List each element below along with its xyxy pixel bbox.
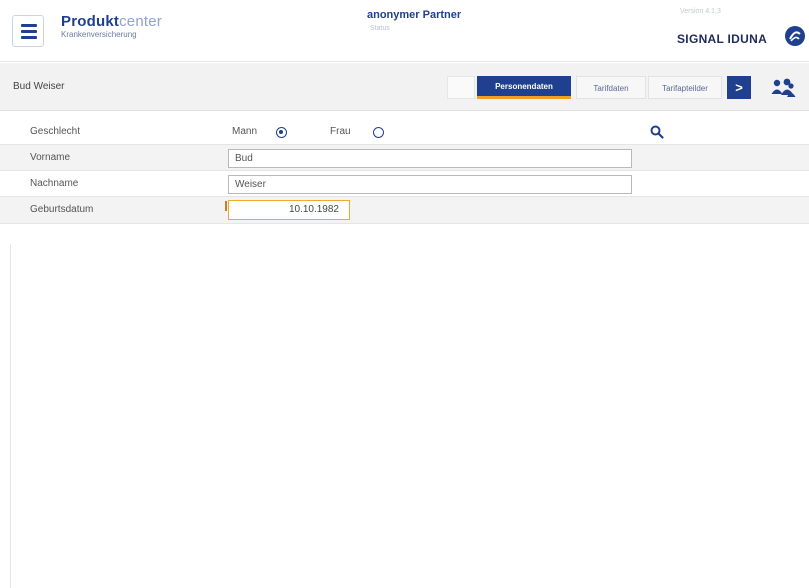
birth-date-label: Geburtsdatum (30, 204, 94, 215)
birth-date-field[interactable]: 10.10.1982 (228, 200, 350, 220)
version-label: Version 4.1.3 (680, 8, 721, 15)
radio-female[interactable] (373, 127, 384, 138)
people-group-icon[interactable] (770, 77, 796, 99)
partner-title: anonymer Partner (367, 9, 462, 21)
next-button[interactable]: > (727, 76, 751, 99)
gender-label: Geschlecht (30, 126, 81, 137)
hamburger-menu-icon[interactable] (12, 15, 44, 47)
last-name-label: Nachname (30, 178, 79, 189)
app-title-light: center (119, 13, 162, 30)
birth-date-row: Geburtsdatum 10.10.1982 (0, 197, 809, 224)
search-icon[interactable] (650, 125, 664, 139)
person-name: Bud Weiser (13, 81, 65, 92)
app-title-bold: Produkt (61, 13, 120, 30)
app-subtitle: Krankenversicherung (61, 30, 137, 39)
signal-iduna-logo-icon (785, 26, 805, 46)
app-header: Produktcenter Krankenversicherung anonym… (0, 0, 809, 62)
person-toolbar: Bud Weiser Personendaten Tarifdaten Tari… (0, 63, 809, 111)
radio-label-male: Mann (232, 126, 258, 137)
tab-tarifapteilder[interactable]: Tarifapteilder (648, 76, 722, 99)
tab-blank[interactable] (447, 76, 475, 99)
first-name-label: Vorname (30, 152, 71, 163)
brand-name: SIGNAL IDUNA (677, 32, 768, 46)
last-name-field[interactable] (228, 175, 632, 194)
partner-subtitle: Status (370, 25, 390, 32)
tab-tarifdaten[interactable]: Tarifdaten (576, 76, 646, 99)
tab-personendaten[interactable]: Personendaten (477, 76, 571, 99)
app-title: Produktcenter (61, 13, 162, 30)
required-marker (225, 201, 227, 211)
last-name-row: Nachname (0, 171, 809, 197)
first-name-field[interactable] (228, 149, 632, 168)
content-divider (10, 244, 11, 588)
first-name-row: Vorname (0, 145, 809, 171)
radio-label-female: Frau (330, 126, 351, 137)
radio-male[interactable] (276, 127, 287, 138)
gender-row: Geschlecht Mann Frau (0, 119, 809, 145)
